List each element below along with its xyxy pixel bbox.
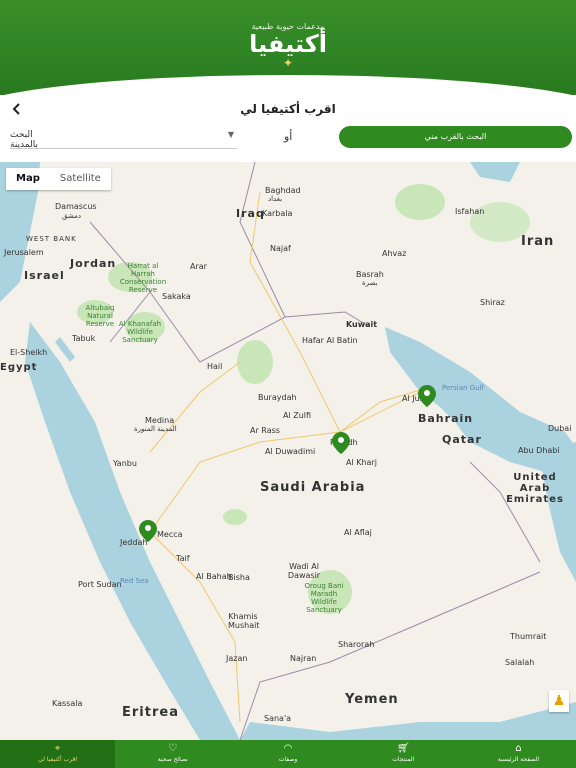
- label-yanbu: Yanbu: [113, 459, 137, 468]
- city-select-value: البحث بالمدينة: [10, 130, 38, 150]
- street-view-pegman-icon[interactable]: ♟: [549, 690, 569, 712]
- label-abudhabi: Abu Dhabi: [518, 446, 560, 455]
- label-alkharj: Al Kharj: [346, 458, 377, 467]
- label-elsheikh: El-Sheikh: [10, 348, 48, 357]
- label-khamis: Khamis Mushait: [228, 612, 260, 630]
- nav-recipes[interactable]: ◠ وصفات: [230, 740, 345, 768]
- label-ahvaz: Ahvaz: [382, 249, 407, 258]
- home-icon: ⌂: [515, 743, 522, 754]
- caret-down-icon: ▼: [227, 130, 234, 139]
- label-egypt: Egypt: [0, 362, 38, 373]
- map-view[interactable]: Damascus دمشق WEST BANK Jerusalem Israel…: [0, 162, 576, 740]
- label-qatar: Qatar: [442, 433, 482, 446]
- label-baghdad: Baghdad: [265, 186, 301, 195]
- label-iraq: Iraq: [236, 207, 265, 220]
- label-bisha: Bisha: [228, 573, 250, 582]
- map-type-map[interactable]: Map: [6, 168, 50, 190]
- brand-star-icon: ✦: [283, 56, 294, 70]
- label-yemen: Yemen: [345, 692, 399, 707]
- label-medina-ar: المدينة المنورة: [134, 425, 177, 433]
- label-tabuk: Tabuk: [72, 334, 96, 343]
- heart-icon: ♡: [168, 743, 178, 754]
- label-saudi-arabia: Saudi Arabia: [260, 480, 366, 495]
- label-harrat: Harrat al Harrah Conservation Reserve: [119, 262, 167, 294]
- label-red-sea: Red Sea: [120, 577, 149, 585]
- app-header: مدعمات حيوية طبيعية أكتيفيا ✦: [0, 0, 576, 95]
- nav-nearest-store-label: اقرب أكتيفيا لي: [38, 756, 78, 763]
- label-mecca: Mecca: [157, 530, 183, 539]
- nav-products[interactable]: 🛒︎ المنتجات: [346, 740, 461, 768]
- label-medina: Medina: [145, 416, 175, 425]
- label-baghdad-ar: بغداد: [268, 195, 283, 203]
- label-jerusalem: Jerusalem: [4, 248, 44, 257]
- city-select[interactable]: ▼ البحث بالمدينة: [10, 126, 238, 150]
- label-iran: Iran: [521, 234, 555, 249]
- label-basrah: Basrah: [356, 270, 384, 279]
- or-label: أو: [284, 130, 293, 143]
- dish-icon: ◠: [283, 743, 293, 754]
- label-dubai: Dubai: [548, 424, 572, 433]
- label-sanaa: Sana'a: [264, 714, 292, 723]
- label-sakaka: Sakaka: [162, 292, 191, 301]
- brand-logo: أكتيفيا: [249, 30, 327, 58]
- label-eritrea: Eritrea: [122, 705, 179, 720]
- label-hail: Hail: [207, 362, 223, 371]
- label-duwadimi: Al Duwadimi: [265, 447, 316, 456]
- map-type-satellite[interactable]: Satellite: [50, 168, 111, 190]
- label-westbank: WEST BANK: [26, 235, 77, 243]
- label-persian-gulf: Persian Gulf: [442, 384, 484, 392]
- label-hafar: Hafar Al Batin: [302, 336, 358, 345]
- nav-recipes-label: وصفات: [278, 756, 298, 763]
- nav-home-label: الصفحة الرئيسية: [497, 756, 540, 763]
- nav-health-tips-label: نصائح صحية: [157, 756, 188, 763]
- label-sharorah: Sharorah: [338, 640, 375, 649]
- bottom-nav: ⌂ الصفحة الرئيسية 🛒︎ المنتجات ◠ وصفات ♡ …: [0, 740, 576, 768]
- label-zulfi: Al Zulfi: [283, 411, 312, 420]
- label-altubaiq: Altubaiq Natural Reserve: [85, 304, 115, 328]
- label-uae: United Arab Emirates: [506, 472, 564, 505]
- search-nearby-button[interactable]: البحث بالقرب مني: [339, 126, 572, 148]
- label-aflaj: Al Aflaj: [344, 528, 372, 537]
- cart-icon: 🛒︎: [396, 743, 410, 754]
- label-damascus-ar: دمشق: [62, 212, 81, 220]
- label-kassala: Kassala: [52, 699, 83, 708]
- label-orug: Oroug Bani Maradh Wildlife Sanctuary: [304, 582, 344, 614]
- label-salalah: Salalah: [505, 658, 535, 667]
- label-rass: Ar Rass: [250, 426, 280, 435]
- location-icon: ⌖: [54, 743, 61, 754]
- label-buraydah: Buraydah: [258, 393, 297, 402]
- store-pin-jeddah[interactable]: [139, 520, 157, 542]
- label-kuwait: Kuwait: [346, 320, 378, 329]
- label-najran: Najran: [290, 654, 317, 663]
- label-baha: Al Bahah: [196, 572, 232, 581]
- label-khanafah: Al Khanafah Wildlife Sanctuary: [118, 320, 162, 344]
- label-thumrait: Thumrait: [510, 632, 547, 641]
- label-arar: Arar: [190, 262, 207, 271]
- label-bahrain: Bahrain: [418, 412, 474, 425]
- store-pin-riyadh[interactable]: [332, 432, 350, 454]
- label-najaf: Najaf: [270, 244, 291, 253]
- page-title: اقرب أكتيفيا لي: [240, 102, 336, 116]
- map-pin-icon: [139, 520, 157, 542]
- label-wadi: Wadi Al Dawasir: [287, 562, 321, 580]
- map-pin-icon: [332, 432, 350, 454]
- label-shiraz: Shiraz: [480, 298, 505, 307]
- label-jordan: Jordan: [70, 257, 117, 270]
- label-taif: Taif: [176, 554, 190, 563]
- store-pin-aljubail[interactable]: [418, 385, 436, 407]
- nav-health-tips[interactable]: ♡ نصائح صحية: [115, 740, 230, 768]
- nav-home[interactable]: ⌂ الصفحة الرئيسية: [461, 740, 576, 768]
- map-type-toggle: Map Satellite: [6, 168, 111, 190]
- label-isfahan: Isfahan: [455, 207, 485, 216]
- map-pin-icon: [418, 385, 436, 407]
- label-israel: Israel: [24, 269, 65, 282]
- label-basrah-ar: بصرة: [362, 279, 378, 287]
- label-port-sudan: Port Sudan: [78, 580, 122, 589]
- label-karbala: Karbala: [262, 209, 293, 218]
- label-jazan: Jazan: [226, 654, 248, 663]
- nav-nearest-store[interactable]: ⌖ اقرب أكتيفيا لي: [0, 740, 116, 768]
- label-damascus: Damascus: [55, 202, 97, 211]
- nav-products-label: المنتجات: [392, 756, 415, 763]
